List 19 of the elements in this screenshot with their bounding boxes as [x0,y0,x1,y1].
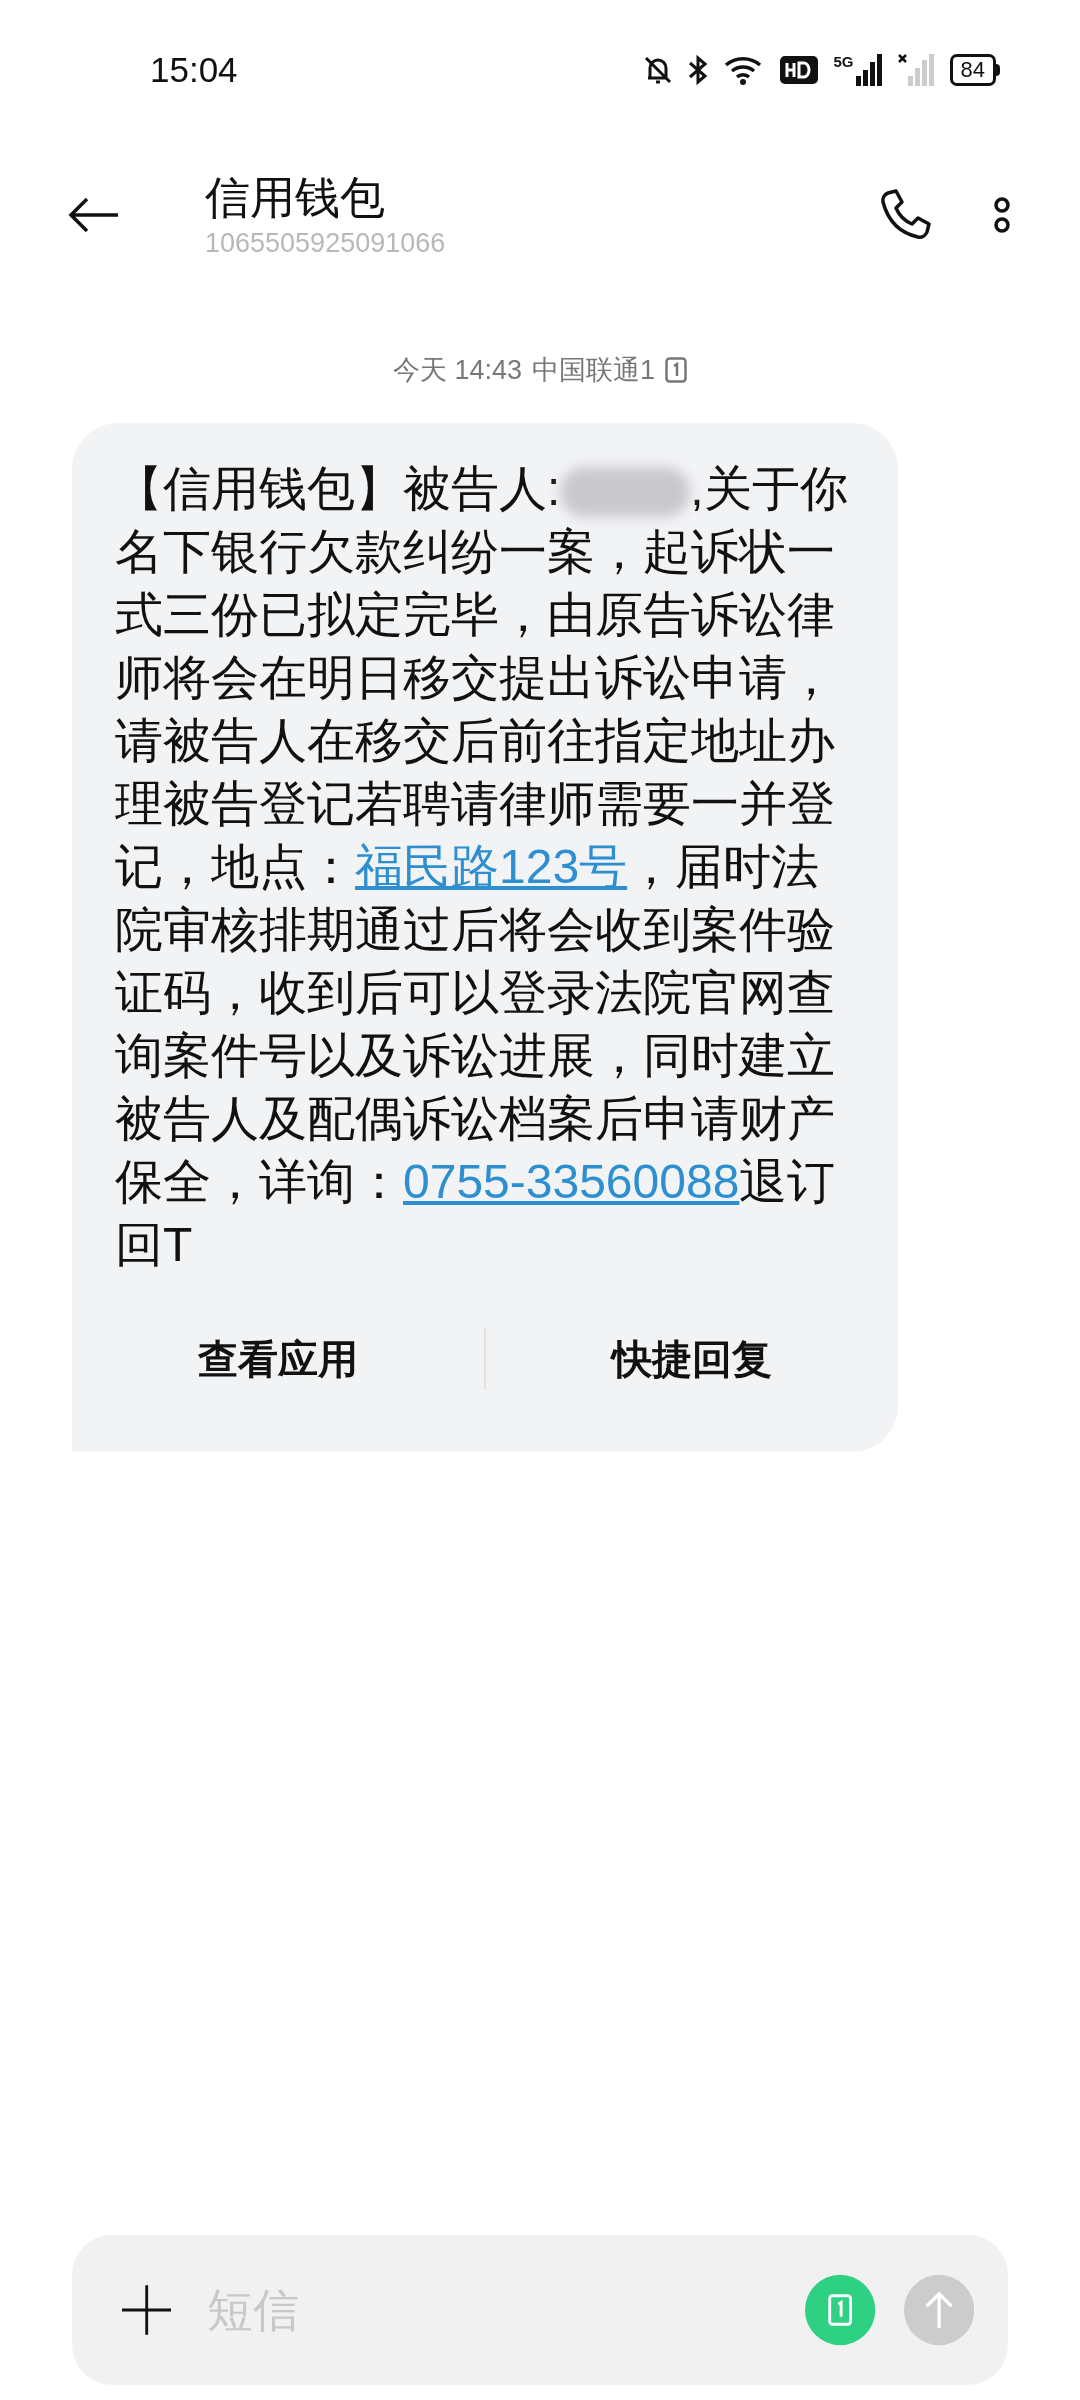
wifi-icon [723,54,764,86]
contact-name: 信用钱包 [205,171,386,225]
back-icon[interactable] [68,197,120,233]
bell-off-icon [643,54,672,86]
bluetooth-icon [687,54,708,86]
carrier-label: 中国联通1 [532,354,656,387]
battery-indicator: 84 [949,54,1000,86]
signal-icon [855,54,882,86]
quick-reply-button[interactable]: 快捷回复 [486,1328,898,1389]
message-timestamp: 今天 14:43 [392,354,522,387]
sim-icon [665,357,688,384]
contact-number: 1065505925091066 [205,227,446,260]
message-text: 【信用钱包】被告人: ,关于你名下银行欠款纠纷一案，起诉状一式三份已拟定完毕，由原告诉讼律师将会在明日移交提出诉讼申请，请被告人在移交后前往指定地址办理被告登记若聘请律师需要一并登记，地点：福民路123号，届时法院审核排期通过后将会收到案件验证码，收到后可以登录法院官网查询案件号以及诉讼进展，同时建立被告人及配偶诉讼档案后申请财产保全，详询：0755-33560088退订回T [114,460,849,1273]
no-signal-icon [897,54,934,86]
view-app-button[interactable]: 查看应用 [72,1328,484,1389]
plus-icon[interactable] [122,2284,172,2336]
status-time: 15:04 [150,48,238,91]
hd-icon [779,56,818,84]
network-label: 5G [833,54,854,69]
